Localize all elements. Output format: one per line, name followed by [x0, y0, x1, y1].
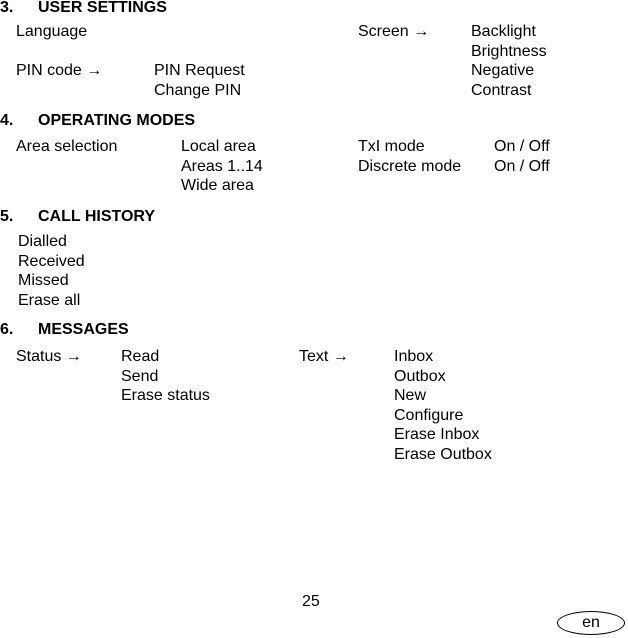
call-history-item: Erase all	[18, 291, 81, 309]
status-option: Erase status	[121, 387, 210, 404]
area-option: Areas 1..14	[181, 157, 263, 175]
area-option: Local area	[181, 138, 256, 155]
area-option: Wide area	[181, 177, 254, 194]
section-3-title: USER SETTINGS	[38, 0, 167, 16]
call-history-item: Received	[18, 252, 85, 270]
text-label: Text →	[299, 348, 349, 365]
mode-names: TxI mode Discrete mode	[358, 137, 461, 176]
text-option: Erase Outbox	[394, 445, 492, 463]
text-option: Configure	[394, 406, 464, 424]
area-options: Local area Areas 1..14 Wide area	[181, 137, 263, 196]
section-6-title: MESSAGES	[38, 321, 129, 338]
screen-option: Contrast	[471, 81, 532, 99]
area-selection-label: Area selection	[16, 138, 118, 155]
text-options: Inbox Outbox New Configure Erase Inbox E…	[394, 347, 492, 464]
status-option: Read	[121, 348, 160, 365]
section-4-number: 4.	[0, 112, 14, 129]
pin-code-options: PIN Request Change PIN	[154, 61, 245, 100]
mode-value: On / Off	[494, 157, 550, 175]
mode-value: On / Off	[494, 138, 550, 155]
text-option: Inbox	[394, 348, 434, 365]
text-option: Outbox	[394, 367, 446, 385]
text-option: Erase Inbox	[394, 426, 480, 443]
text-option: New	[394, 387, 427, 404]
pin-option: Change PIN	[154, 81, 242, 99]
call-history-items: Dialled Received Missed Erase all	[18, 232, 85, 310]
section-4-title: OPERATING MODES	[38, 112, 196, 129]
screen-option: Brightness	[471, 42, 547, 60]
language-badge: en	[557, 611, 625, 635]
screen-label: Screen →	[358, 23, 430, 40]
screen-option: Backlight	[471, 23, 536, 40]
pin-code-label: PIN code →	[16, 62, 103, 79]
mode-values: On / Off On / Off	[494, 137, 550, 176]
mode-name: Discrete mode	[358, 157, 462, 175]
section-3-number: 3.	[0, 0, 14, 16]
call-history-item: Missed	[18, 272, 69, 289]
pin-option: PIN Request	[154, 62, 245, 79]
section-5-number: 5.	[0, 208, 14, 225]
page-number: 25	[302, 593, 320, 610]
status-label: Status →	[16, 348, 82, 365]
language-label: Language	[16, 23, 88, 40]
mode-name: TxI mode	[358, 138, 425, 155]
section-6-number: 6.	[0, 321, 14, 338]
status-option: Send	[121, 367, 159, 385]
screen-options: Backlight Brightness Negative Contrast	[471, 22, 547, 100]
call-history-item: Dialled	[18, 233, 67, 250]
section-5-title: CALL HISTORY	[38, 208, 156, 225]
status-options: Read Send Erase status	[121, 347, 210, 406]
screen-option: Negative	[471, 62, 535, 79]
